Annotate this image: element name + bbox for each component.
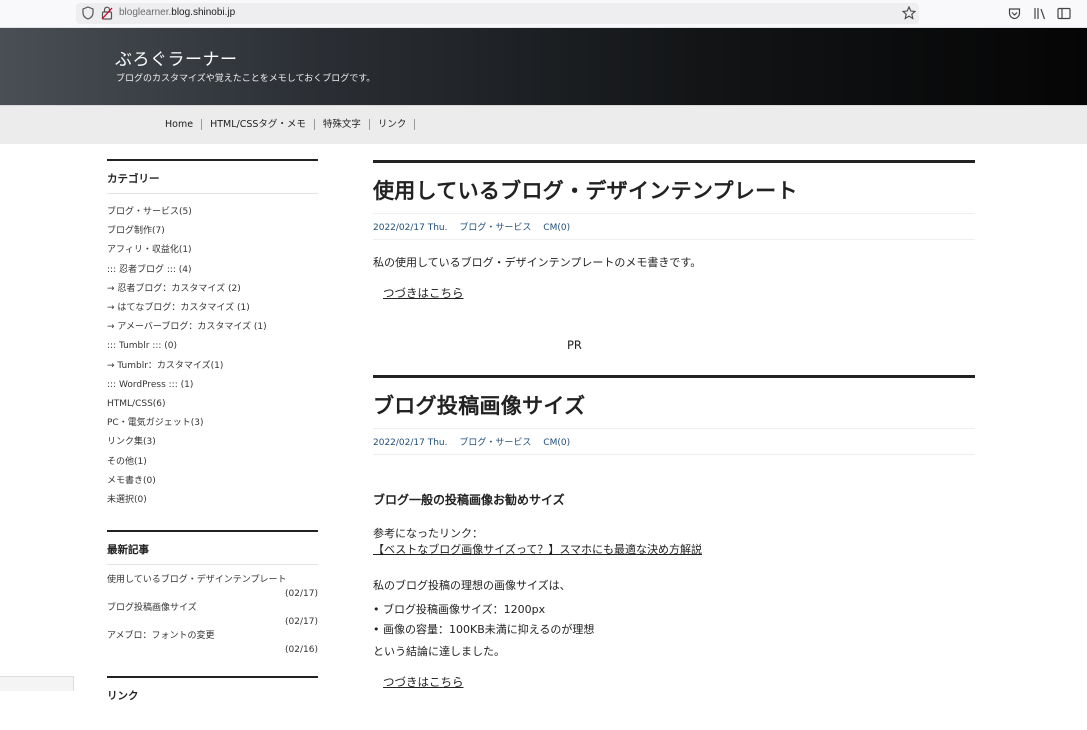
- post-entry: 使用しているブログ・デザインテンプレート 2022/02/17 Thu. ブログ…: [373, 160, 975, 301]
- categories-block: カテゴリー ブログ・サービス(5) ブログ制作(7) アフィリ・収益化(1) :…: [107, 159, 318, 510]
- library-icon[interactable]: [1033, 7, 1047, 20]
- nav-item-html-css[interactable]: HTML/CSSタグ・メモ: [202, 119, 315, 130]
- nav-item-special-chars[interactable]: 特殊文字: [315, 119, 370, 130]
- nav-item-links[interactable]: リンク: [370, 119, 416, 130]
- post-date: 2022/02/17 Thu.: [373, 438, 448, 448]
- sidebar: カテゴリー ブログ・サービス(5) ブログ制作(7) アフィリ・収益化(1) :…: [107, 159, 318, 730]
- nav-item-home[interactable]: Home: [165, 119, 203, 130]
- category-item[interactable]: ブログ・サービス(5): [107, 203, 318, 222]
- post-subheading: ブログ一般の投稿画像お勧めサイズ: [373, 493, 565, 507]
- category-item[interactable]: メモ書き(0): [107, 472, 318, 491]
- post-conclusion: という結論に達しました。: [373, 645, 505, 658]
- post-meta: 2022/02/17 Thu. ブログ・サービス CM(0): [373, 429, 975, 455]
- recent-post-date: (02/17): [285, 617, 318, 628]
- category-item[interactable]: アフィリ・収益化(1): [107, 241, 318, 260]
- links-heading: リンク: [107, 690, 139, 703]
- site-header: ぶろぐラーナー ブログのカスタマイズや覚えたことをメモしておくブログです。: [0, 28, 1087, 105]
- post-comments-link[interactable]: CM(0): [543, 223, 570, 233]
- categories-heading: カテゴリー: [107, 161, 318, 194]
- category-item[interactable]: ::: Tumblr ::: (0): [107, 337, 318, 356]
- bullet-list: ブログ投稿画像サイズ：1200px 画像の容量：100KB未満に抑えるのが理想: [373, 600, 975, 640]
- post-entry: ブログ投稿画像サイズ 2022/02/17 Thu. ブログ・サービス CM(0…: [373, 375, 975, 690]
- post-title[interactable]: ブログ投稿画像サイズ: [373, 378, 975, 429]
- recent-post-date: (02/16): [285, 645, 318, 656]
- bookmark-star-icon[interactable]: [902, 6, 916, 20]
- post-category-link[interactable]: ブログ・サービス: [459, 438, 531, 448]
- links-block: リンク: [107, 676, 318, 710]
- category-item[interactable]: → Tumblr：カスタマイズ(1): [107, 357, 318, 376]
- read-more-link[interactable]: つづきはこちら: [383, 674, 464, 690]
- category-item[interactable]: 未選択(0): [107, 491, 318, 510]
- category-item[interactable]: → アメーバーブログ：カスタマイズ (1): [107, 318, 318, 337]
- category-list: ブログ・サービス(5) ブログ制作(7) アフィリ・収益化(1) ::: 忍者ブ…: [107, 194, 318, 510]
- post-intro: 私のブログ投稿の理想の画像サイズは、: [373, 579, 571, 592]
- recent-posts-block: 最新記事 使用しているブログ・デザインテンプレート (02/17) ブログ投稿画…: [107, 530, 318, 657]
- recent-posts-heading: 最新記事: [107, 532, 318, 566]
- post-comments-link[interactable]: CM(0): [543, 438, 570, 448]
- url-domain: blog.shinobi.jp: [171, 7, 236, 18]
- recent-post-item: 使用しているブログ・デザインテンプレート (02/17): [107, 573, 318, 601]
- corner-tab: [0, 676, 74, 691]
- site-title[interactable]: ぶろぐラーナー: [115, 45, 238, 70]
- category-item[interactable]: HTML/CSS(6): [107, 395, 318, 414]
- pr-label[interactable]: PR: [567, 338, 582, 352]
- global-nav: Home HTML/CSSタグ・メモ 特殊文字 リンク: [0, 105, 1087, 144]
- post-body: ブログ一般の投稿画像お勧めサイズ 参考になったリンク： 【ベストなブログ画像サイ…: [373, 455, 975, 690]
- category-item[interactable]: ブログ制作(7): [107, 222, 318, 241]
- category-item[interactable]: → 忍者ブログ：カスタマイズ (2): [107, 280, 318, 299]
- recent-post-title[interactable]: アメブロ：フォントの変更: [107, 629, 318, 643]
- reference-label: 参考になったリンク：: [373, 527, 483, 540]
- recent-posts-list: 使用しているブログ・デザインテンプレート (02/17) ブログ投稿画像サイズ …: [107, 565, 318, 657]
- category-item[interactable]: PC・電気ガジェット(3): [107, 414, 318, 433]
- recent-post-item: アメブロ：フォントの変更 (02/16): [107, 629, 318, 657]
- category-item[interactable]: ::: 忍者ブログ ::: (4): [107, 261, 318, 280]
- sidebar-toggle-icon[interactable]: [1057, 7, 1071, 20]
- post-date: 2022/02/17 Thu.: [373, 223, 448, 233]
- browser-toolbar: bloglearner.blog.shinobi.jp: [0, 0, 1087, 28]
- category-item[interactable]: → はてなブログ：カスタマイズ (1): [107, 299, 318, 318]
- url-prefix: bloglearner.: [119, 7, 172, 18]
- post-text: 私の使用しているブログ・デザインテンプレートのメモ書きです。: [373, 256, 702, 269]
- bullet-item: ブログ投稿画像サイズ：1200px: [373, 600, 975, 620]
- recent-post-date: (02/17): [285, 589, 318, 600]
- main-content: 使用しているブログ・デザインテンプレート 2022/02/17 Thu. ブログ…: [373, 160, 975, 689]
- bullet-item: 画像の容量：100KB未満に抑えるのが理想: [373, 620, 975, 640]
- post-category-link[interactable]: ブログ・サービス: [459, 223, 531, 233]
- pocket-icon[interactable]: [1008, 7, 1021, 20]
- recent-post-item: ブログ投稿画像サイズ (02/17): [107, 601, 318, 629]
- recent-post-title[interactable]: ブログ投稿画像サイズ: [107, 601, 318, 615]
- post-meta: 2022/02/17 Thu. ブログ・サービス CM(0): [373, 214, 975, 240]
- reference-link[interactable]: 【ベストなブログ画像サイズって？】スマホにも最適な決め方解説: [373, 543, 702, 556]
- nav-list: Home HTML/CSSタグ・メモ 特殊文字 リンク: [165, 119, 416, 130]
- post-title[interactable]: 使用しているブログ・デザインテンプレート: [373, 163, 975, 214]
- shield-icon[interactable]: [82, 6, 94, 20]
- lock-warning-icon[interactable]: [101, 6, 113, 20]
- category-item[interactable]: ::: WordPress ::: (1): [107, 376, 318, 395]
- category-item[interactable]: リンク集(3): [107, 433, 318, 452]
- post-body: 私の使用しているブログ・デザインテンプレートのメモ書きです。 つづきはこちら: [373, 240, 975, 301]
- read-more-link[interactable]: つづきはこちら: [383, 285, 464, 301]
- recent-post-title[interactable]: 使用しているブログ・デザインテンプレート: [107, 573, 318, 587]
- url-text[interactable]: bloglearner.blog.shinobi.jp: [119, 7, 235, 19]
- site-description: ブログのカスタマイズや覚えたことをメモしておくブログです。: [116, 74, 376, 84]
- category-item[interactable]: その他(1): [107, 453, 318, 472]
